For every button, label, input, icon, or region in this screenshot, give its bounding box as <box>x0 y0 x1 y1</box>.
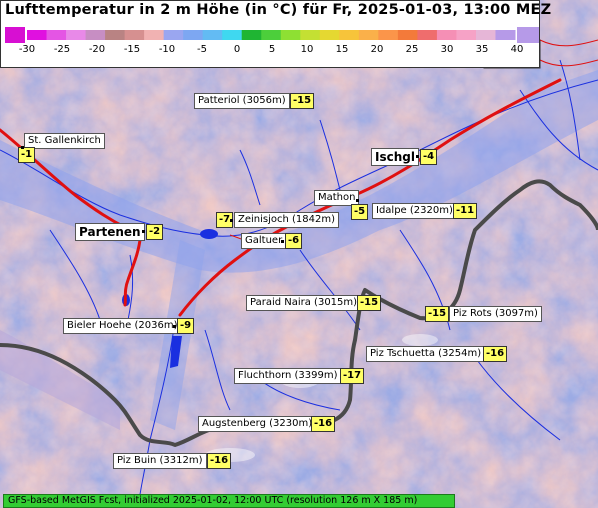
scale-tick-label: -20 <box>88 44 106 55</box>
scale-tick-label: 35 <box>475 44 489 55</box>
scale-swatch <box>66 30 87 40</box>
scale-swatch <box>456 30 477 40</box>
scale-tick-label: 30 <box>440 44 454 55</box>
station-label: Patteriol (3056m) <box>194 93 290 109</box>
scale-tick-label: 25 <box>405 44 419 55</box>
station-label: Ischgl <box>371 148 419 166</box>
station-label: Piz Buin (3312m) <box>113 453 207 469</box>
station-label: Idalpe (2320m) <box>372 203 457 219</box>
scale-swatch <box>202 30 223 40</box>
station-marker <box>356 199 359 202</box>
scale-swatch <box>358 30 379 40</box>
station-value: -11 <box>453 203 478 219</box>
scale-swatch <box>105 30 126 40</box>
scale-tick-label: 20 <box>370 44 384 55</box>
scale-tick-label: 15 <box>335 44 349 55</box>
color-scale <box>5 27 539 43</box>
scale-tick-label: -25 <box>53 44 71 55</box>
footer-info: GFS-based MetGIS Fcst, initialized 2025-… <box>3 494 455 508</box>
scale-tick-label: -10 <box>158 44 176 55</box>
station-label: Paraid Naira (3015m) <box>246 295 362 311</box>
scale-swatch <box>124 30 145 40</box>
station-label: Fluchthorn (3399m) <box>234 368 342 384</box>
scale-swatch <box>183 30 204 40</box>
station-value: -5 <box>351 204 369 220</box>
scale-high-cap <box>517 27 539 43</box>
map-title: Lufttemperatur in 2 m Höhe (in °C) für F… <box>5 2 552 18</box>
station-marker <box>21 146 24 149</box>
station-marker <box>281 240 284 243</box>
scale-swatch <box>378 30 399 40</box>
station-value: -6 <box>285 233 303 249</box>
scale-tick-label: -5 <box>197 44 207 55</box>
color-scale-ticks: -30 -25 -20 -15 -10 -5 0 5 10 15 20 25 30 35 40 <box>1 44 541 62</box>
scale-swatch <box>280 30 301 40</box>
station-label: Augstenberg (3230m) <box>198 416 317 432</box>
scale-swatch <box>475 30 496 40</box>
scale-swatch <box>495 30 516 40</box>
scale-swatch <box>436 30 457 40</box>
scale-swatch <box>261 30 282 40</box>
scale-tick-label: 10 <box>300 44 314 55</box>
scale-swatch <box>85 30 106 40</box>
station-label: Partenen <box>75 223 145 241</box>
station-marker <box>173 325 176 328</box>
station-value: -17 <box>340 368 365 384</box>
scale-swatch <box>397 30 418 40</box>
glacier-piz-tschuetta <box>402 334 438 346</box>
station-label: Zeinisjoch (1842m) <box>234 212 340 228</box>
station-label: Piz Tschuetta (3254m) <box>366 346 486 362</box>
scale-swatch <box>417 30 438 40</box>
station-marker <box>416 155 419 158</box>
scale-swatch <box>222 30 243 40</box>
station-value: -16 <box>311 416 336 432</box>
station-value: -15 <box>290 93 315 109</box>
station-label: Bieler Hoehe (2036m) <box>63 318 182 334</box>
scale-tick-label: -15 <box>123 44 141 55</box>
lake-zeinis <box>200 229 218 239</box>
scale-swatch <box>339 30 360 40</box>
scale-swatch <box>319 30 340 40</box>
station-marker <box>142 230 145 233</box>
scale-swatch <box>300 30 321 40</box>
station-value: -16 <box>483 346 508 362</box>
station-value: -9 <box>177 318 195 334</box>
station-label: St. Gallenkirch <box>24 133 105 149</box>
scale-tick-label: -30 <box>18 44 36 55</box>
station-value: -2 <box>146 224 164 240</box>
station-value: -4 <box>420 149 438 165</box>
map-stage: Lufttemperatur in 2 m Höhe (in °C) für F… <box>0 0 598 508</box>
station-label: Piz Rots (3097m) <box>449 306 542 322</box>
station-value: -15 <box>357 295 382 311</box>
scale-swatch <box>163 30 184 40</box>
header-panel: Lufttemperatur in 2 m Höhe (in °C) für F… <box>0 0 551 68</box>
scale-low-cap <box>5 27 25 43</box>
scale-tick-label: 0 <box>233 44 241 55</box>
scale-swatch <box>144 30 165 40</box>
scale-tick-label: 40 <box>510 44 524 55</box>
station-marker <box>230 219 233 222</box>
station-value: -15 <box>425 306 450 322</box>
scale-swatch <box>27 30 48 40</box>
scale-swatch <box>46 30 67 40</box>
scale-tick-label: 5 <box>268 44 276 55</box>
station-label: Galtuer <box>241 233 287 249</box>
station-value: -1 <box>18 147 36 163</box>
station-value: -16 <box>207 453 232 469</box>
scale-swatch <box>241 30 262 40</box>
